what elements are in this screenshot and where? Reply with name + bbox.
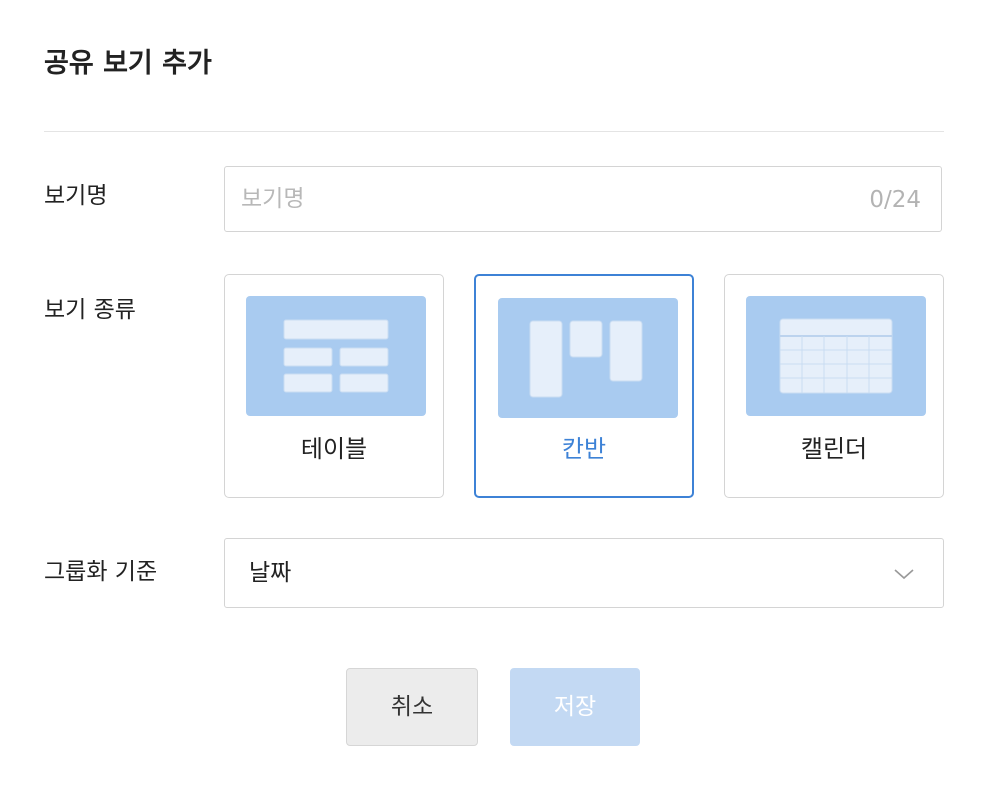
char-counter: 0/24 (869, 187, 921, 213)
add-shared-view-dialog: 공유 보기 추가 보기명 0/24 보기 종류 테이블 칸반 (0, 0, 988, 800)
view-type-label-kanban: 칸반 (561, 435, 607, 463)
calendar-view-icon (746, 296, 926, 416)
view-name-field: 0/24 (224, 166, 942, 232)
table-view-icon (246, 296, 426, 416)
header-divider (44, 131, 944, 132)
group-by-label: 그룹화 기준 (44, 559, 158, 585)
dialog-title: 공유 보기 추가 (44, 48, 212, 79)
view-type-option-table[interactable]: 테이블 (224, 274, 444, 498)
view-type-label: 보기 종류 (44, 297, 136, 323)
group-by-select[interactable]: 날짜 (224, 538, 944, 608)
group-by-value: 날짜 (249, 560, 292, 586)
view-type-label-table: 테이블 (300, 435, 368, 463)
view-type-option-kanban[interactable]: 칸반 (474, 274, 694, 498)
cancel-button[interactable]: 취소 (346, 668, 478, 746)
view-name-input[interactable] (225, 167, 941, 231)
view-type-label-calendar: 캘린더 (800, 435, 868, 463)
save-button[interactable]: 저장 (510, 668, 640, 746)
chevron-down-icon (894, 569, 914, 580)
view-type-option-calendar[interactable]: 캘린더 (724, 274, 944, 498)
view-name-label: 보기명 (44, 183, 108, 209)
kanban-view-icon (498, 298, 678, 418)
